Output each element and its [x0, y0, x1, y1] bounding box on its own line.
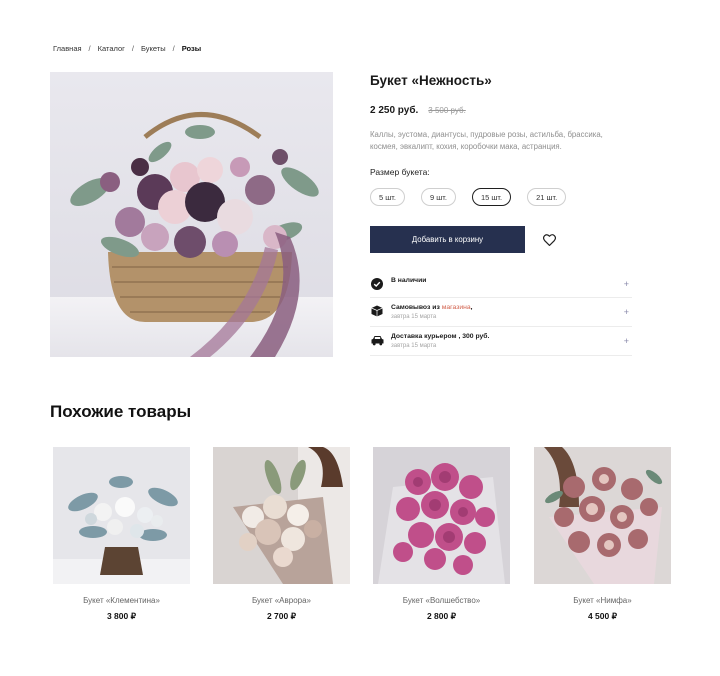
product-card-price: 4 500 ₽	[587, 611, 618, 621]
product-title: Букет «Нежность»	[370, 73, 492, 88]
product-card-nymph[interactable]: Букет «Нимфа» 4 500 ₽	[534, 447, 671, 622]
size-option-21[interactable]: 21 шт.	[527, 188, 567, 206]
product-card-name[interactable]: Букет «Волшебство»	[373, 596, 510, 605]
in-stock-text: В наличии	[391, 277, 427, 284]
expand-icon[interactable]: +	[624, 336, 629, 346]
product-card-photo[interactable]	[373, 447, 510, 584]
expand-icon[interactable]: +	[624, 307, 629, 317]
product-card-aurora[interactable]: Букет «Аврора» 2 700 ₽	[213, 447, 350, 622]
product-card-name[interactable]: Букет «Клементина»	[53, 596, 190, 605]
delivery-row-courier[interactable]: Доставка курьером , 300 руб. завтра 15 м…	[370, 327, 632, 356]
size-option-5[interactable]: 5 шт.	[370, 188, 405, 206]
product-card-photo[interactable]	[53, 447, 190, 584]
expand-icon[interactable]: +	[624, 279, 629, 289]
box-icon	[370, 304, 384, 318]
add-to-cart-button[interactable]: Добавить в корзину	[370, 226, 525, 253]
product-card-photo[interactable]	[213, 447, 350, 584]
pickup-prefix: Самовывоз из	[391, 304, 442, 311]
size-option-15[interactable]: 15 шт.	[471, 188, 512, 206]
product-info: Букет «Нежность» 2 250 руб. 3 500 руб. К…	[370, 72, 632, 356]
bouquet-image	[373, 447, 510, 584]
courier-text: Доставка курьером , 300 руб.	[391, 333, 490, 340]
basket-bouquet-image	[50, 72, 333, 357]
product-photo[interactable]	[50, 72, 333, 357]
breadcrumb-current: Розы	[181, 44, 202, 53]
product-old-price: 3 500 руб.	[428, 106, 466, 115]
product-card-price: 2 800 ₽	[426, 611, 457, 621]
pickup-suffix: ,	[470, 304, 473, 311]
price-block: 2 250 руб. 3 500 руб.	[370, 105, 632, 116]
breadcrumb-bouquets[interactable]: Букеты	[141, 44, 166, 53]
delivery-row-stock[interactable]: В наличии +	[370, 271, 632, 298]
breadcrumb-separator: /	[88, 44, 91, 53]
car-icon	[370, 333, 384, 347]
breadcrumb-separator: /	[131, 44, 134, 53]
pickup-store-link[interactable]: магазина	[442, 304, 471, 311]
product-card-name[interactable]: Букет «Аврора»	[213, 596, 350, 605]
pickup-text: Самовывоз из магазина,	[391, 304, 473, 311]
pickup-date: завтра 15 марта	[391, 314, 437, 320]
product-description: Каллы, эустома, диантусы, пудровые розы,…	[370, 130, 603, 151]
similar-products-title: Похожие товары	[50, 402, 192, 421]
product-price: 2 250 руб.	[370, 105, 419, 116]
size-options: 5 шт. 9 шт. 15 шт. 21 шт.	[370, 188, 632, 206]
breadcrumb-catalog[interactable]: Каталог	[98, 44, 125, 53]
breadcrumb-home[interactable]: Главная	[53, 44, 82, 53]
bouquet-image	[213, 447, 350, 584]
product-card-photo[interactable]	[534, 447, 671, 584]
size-option-9[interactable]: 9 шт.	[420, 188, 456, 206]
size-label: Размер букета:	[370, 167, 430, 177]
product-card-name[interactable]: Букет «Нимфа»	[534, 596, 671, 605]
product-card-magic[interactable]: Букет «Волшебство» 2 800 ₽	[373, 447, 510, 622]
product-card-price: 2 700 ₽	[266, 611, 297, 621]
product-card-price: 3 800 ₽	[106, 611, 137, 621]
breadcrumb-separator: /	[172, 44, 175, 53]
bouquet-image	[534, 447, 671, 584]
courier-date: завтра 15 марта	[391, 343, 437, 349]
check-circle-icon	[370, 277, 384, 291]
delivery-info: В наличии + Самовывоз из магазина, завтр…	[370, 271, 632, 356]
bouquet-image	[53, 447, 190, 584]
breadcrumb: Главная / Каталог / Букеты / Розы	[53, 44, 201, 53]
heart-icon[interactable]	[542, 233, 556, 247]
cart-row: Добавить в корзину	[370, 226, 632, 253]
product-card-clementine[interactable]: Букет «Клементина» 3 800 ₽	[53, 447, 190, 622]
delivery-row-pickup[interactable]: Самовывоз из магазина, завтра 15 марта +	[370, 298, 632, 327]
